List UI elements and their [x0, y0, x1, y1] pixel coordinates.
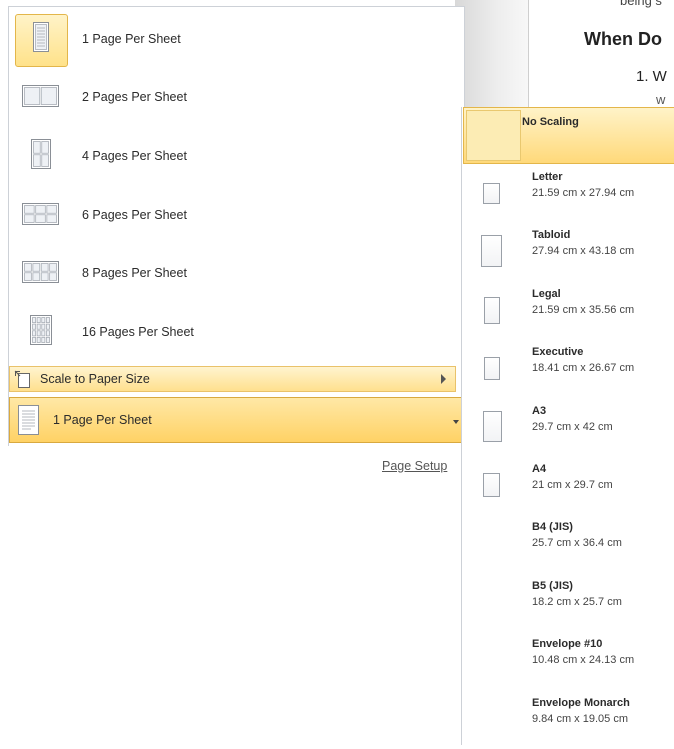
submenu-arrow-icon	[441, 374, 446, 384]
paper-size-dimensions: 25.7 cm x 36.4 cm	[532, 537, 622, 550]
one-page-per-sheet-icon	[33, 22, 49, 52]
paper-size-name: Envelope Monarch	[532, 696, 630, 709]
pps-item-4[interactable]: 4 Pages Per Sheet	[9, 128, 459, 186]
scale-to-paper-icon	[14, 370, 30, 388]
pps-item-2[interactable]: 2 Pages Per Sheet	[9, 69, 459, 127]
document-text-line: w	[656, 92, 666, 107]
pps-item-1[interactable]: 1 Page Per Sheet	[9, 11, 459, 69]
paper-size-name: A4	[532, 463, 547, 475]
no-scaling-label: No Scaling	[522, 116, 579, 128]
four-pages-per-sheet-icon	[31, 139, 51, 169]
paper-icon	[484, 296, 500, 324]
paper-size-item[interactable]: A4 21 cm x 29.7 cm	[462, 457, 674, 515]
paper-size-item[interactable]: Envelope #10 10.48 cm x 24.13 cm	[462, 632, 674, 690]
six-pages-per-sheet-icon	[22, 203, 59, 225]
paper-size-item[interactable]: Letter 21.59 cm x 27.94 cm	[462, 165, 674, 223]
paper-size-name: B4 (JIS)	[532, 521, 573, 534]
paper-icon	[483, 473, 500, 497]
paper-size-dimensions: 21 cm x 29.7 cm	[532, 479, 613, 491]
paper-size-dimensions: 27.94 cm x 43.18 cm	[532, 245, 635, 258]
pps-item-label: 16 Pages Per Sheet	[82, 325, 194, 339]
paper-size-name: Executive	[532, 346, 584, 359]
paper-size-item[interactable]: B4 (JIS) 25.7 cm x 36.4 cm	[462, 515, 674, 573]
no-scaling-icon	[466, 110, 521, 161]
paper-size-name: Legal	[532, 287, 561, 300]
paper-size-name: A3	[532, 404, 547, 417]
pps-item-8[interactable]: 8 Pages Per Sheet	[9, 245, 459, 303]
paper-size-dimensions: 18.2 cm x 25.7 cm	[532, 595, 622, 608]
paper-size-dimensions: 9.84 cm x 19.05 cm	[532, 712, 628, 725]
scale-to-paper-size-item[interactable]: Scale to Paper Size	[9, 366, 456, 392]
sixteen-pages-per-sheet-icon	[30, 315, 52, 345]
pps-item-label: 8 Pages Per Sheet	[82, 266, 187, 280]
eight-pages-per-sheet-icon	[22, 261, 59, 283]
paper-icon	[484, 357, 500, 381]
one-page-per-sheet-icon	[18, 405, 39, 435]
pps-item-6[interactable]: 6 Pages Per Sheet	[9, 187, 459, 245]
document-heading: When Do	[584, 29, 662, 49]
paper-size-name: Tabloid	[532, 229, 571, 242]
pps-item-label: 1 Page Per Sheet	[82, 32, 181, 46]
document-list-item: 1. W	[636, 68, 667, 85]
paper-size-item[interactable]: Envelope Monarch 9.84 cm x 19.05 cm	[462, 691, 674, 749]
paper-size-dimensions: 29.7 cm x 42 cm	[532, 420, 613, 433]
pages-per-sheet-dropdown[interactable]: 1 Page Per Sheet	[9, 397, 467, 443]
paper-size-name: Letter	[532, 171, 563, 183]
paper-size-name: B5 (JIS)	[532, 579, 573, 592]
scale-to-paper-size-label: Scale to Paper Size	[40, 372, 150, 386]
document-page	[528, 0, 674, 110]
pages-per-sheet-value: 1 Page Per Sheet	[53, 413, 152, 427]
paper-size-item[interactable]: Tabloid 27.94 cm x 43.18 cm	[462, 223, 674, 281]
paper-size-submenu: No Scaling Letter 21.59 cm x 27.94 cm Tabl…	[461, 107, 674, 745]
no-scaling-item[interactable]: No Scaling	[463, 107, 674, 164]
paper-size-dimensions: 21.59 cm x 35.56 cm	[532, 303, 635, 316]
paper-size-item[interactable]: Legal 21.59 cm x 35.56 cm	[462, 282, 674, 340]
page-setup-link[interactable]: Page Setup	[382, 459, 447, 473]
pps-item-16[interactable]: 16 Pages Per Sheet	[9, 304, 459, 362]
document-margin-shadow	[455, 0, 529, 110]
paper-size-item[interactable]: B5 (JIS) 18.2 cm x 25.7 cm	[462, 574, 674, 632]
paper-icon	[483, 410, 502, 442]
paper-size-item[interactable]: A3 29.7 cm x 42 cm	[462, 399, 674, 457]
chevron-down-icon	[453, 420, 459, 424]
paper-size-item[interactable]: Executive 18.41 cm x 26.67 cm	[462, 340, 674, 398]
pps-item-label: 6 Pages Per Sheet	[82, 208, 187, 222]
paper-size-name: Envelope #10	[532, 638, 603, 651]
pps-item-label: 2 Pages Per Sheet	[82, 90, 187, 104]
paper-icon	[481, 235, 502, 268]
document-text-line: being s	[620, 0, 662, 8]
paper-size-dimensions: 10.48 cm x 24.13 cm	[532, 654, 635, 667]
paper-size-dimensions: 21.59 cm x 27.94 cm	[532, 187, 635, 199]
two-pages-per-sheet-icon	[22, 85, 59, 107]
paper-size-dimensions: 18.41 cm x 26.67 cm	[532, 362, 635, 375]
paper-icon	[483, 183, 500, 204]
pps-item-label: 4 Pages Per Sheet	[82, 149, 187, 163]
